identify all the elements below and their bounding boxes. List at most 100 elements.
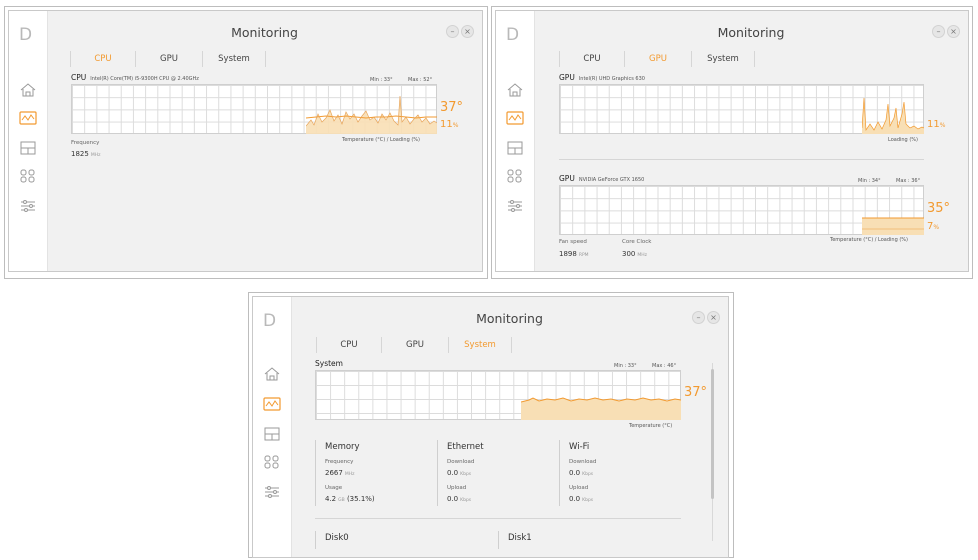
close-button[interactable]: × [947, 25, 960, 38]
gpu1-chart-caption: Loading (%) [888, 137, 918, 143]
settings-sliders-icon[interactable] [506, 199, 524, 213]
fan-speed-value: 1898 RPM [559, 250, 589, 258]
cpu-temp-value: 37° [440, 100, 464, 115]
wifi-title: Wi-Fi [569, 442, 590, 452]
tab-gpu[interactable]: GPU [625, 51, 692, 67]
memory-usage-value: 4.2 GB (35.1%) [325, 495, 375, 503]
monitoring-icon[interactable] [263, 397, 281, 411]
logo-d-icon: D [263, 311, 277, 331]
memory-frequency-value: 2667 MHz [325, 469, 355, 477]
tab-bar: CPU GPU System [559, 51, 755, 69]
system-label: System [315, 359, 343, 368]
home-icon[interactable] [506, 83, 524, 97]
close-button[interactable]: × [707, 311, 720, 324]
sidebar: D [9, 11, 48, 271]
apps-icon[interactable] [19, 169, 37, 183]
tab-system[interactable]: System [692, 51, 755, 67]
system-temp-fill [521, 398, 681, 420]
settings-sliders-icon[interactable] [263, 485, 281, 499]
home-icon[interactable] [19, 83, 37, 97]
memory-title: Memory [325, 442, 360, 452]
cpu-load-value: 11% [440, 119, 459, 130]
cpu-chart-traces [306, 95, 437, 134]
fan-speed-label: Fan speed [559, 239, 587, 245]
gpu2-temp-fill [862, 218, 924, 235]
gpu2-temp-value: 35° [927, 201, 951, 216]
layout-icon[interactable] [506, 141, 524, 155]
tab-system[interactable]: System [449, 337, 512, 353]
tab-cpu[interactable]: CPU [70, 51, 136, 67]
disk1-divider [498, 531, 499, 549]
wifi-download-label: Download [569, 459, 597, 465]
gpu2-chart-caption: Temperature (°C) / Loading (%) [830, 237, 908, 243]
tab-cpu[interactable]: CPU [559, 51, 625, 67]
tab-gpu[interactable]: GPU [136, 51, 203, 67]
layout-icon[interactable] [19, 141, 37, 155]
system-max-temp: Max : 46° [652, 363, 677, 369]
tab-system[interactable]: System [203, 51, 266, 67]
sidebar: D [253, 297, 292, 557]
disk0-title: Disk0 [325, 533, 349, 543]
logo-d-icon: D [506, 25, 520, 45]
gpu2-model: NVIDIA GeForce GTX 1650 [578, 177, 645, 183]
ethernet-download-label: Download [447, 459, 475, 465]
tab-gpu[interactable]: GPU [382, 337, 449, 353]
monitoring-icon[interactable] [19, 111, 37, 125]
core-clock-label: Core Clock [622, 239, 652, 245]
gpu2-chart-traces [862, 217, 924, 235]
layout-icon[interactable] [263, 427, 281, 441]
system-min-temp: Min : 33° [614, 363, 637, 369]
wifi-upload-value: 0.0 Kbps [569, 495, 594, 503]
ethernet-download-value: 0.0 Kbps [447, 469, 472, 477]
sidebar: D [496, 11, 535, 271]
tab-cpu[interactable]: CPU [316, 337, 382, 353]
gpu1-load-value: 11% [927, 119, 946, 130]
minimize-button[interactable]: – [446, 25, 459, 38]
wifi-divider [559, 440, 560, 506]
logo-d-icon: D [19, 25, 33, 45]
window-title: Monitoring [717, 25, 785, 40]
close-button[interactable]: × [461, 25, 474, 38]
apps-icon[interactable] [263, 455, 281, 469]
cpu-max-temp: Max : 52° [408, 77, 433, 83]
cpu-header: CPU Intel(R) Core(TM) i5-9300H CPU @ 2.40… [71, 73, 199, 82]
home-icon[interactable] [263, 367, 281, 381]
disk1-title: Disk1 [508, 533, 532, 543]
ethernet-title: Ethernet [447, 442, 484, 452]
memory-usage-label: Usage [325, 485, 343, 491]
core-clock-value: 300 MHz [622, 250, 648, 258]
minimize-button[interactable]: – [692, 311, 705, 324]
wifi-upload-label: Upload [569, 485, 589, 491]
system-chart-traces [521, 397, 681, 420]
cpu-min-temp: Min : 33° [370, 77, 393, 83]
cpu-load-fill [306, 96, 437, 134]
ethernet-upload-value: 0.0 Kbps [447, 495, 472, 503]
wifi-download-value: 0.0 Kbps [569, 469, 594, 477]
gpu2-header: GPU NVIDIA GeForce GTX 1650 [559, 174, 644, 183]
cpu-model: Intel(R) Core(TM) i5-9300H CPU @ 2.40GHz [90, 76, 199, 82]
memory-divider [315, 440, 316, 506]
tab-bar: CPU GPU System [316, 337, 512, 355]
gpu2-label: GPU [559, 174, 575, 183]
gpu1-label: GPU [559, 73, 575, 82]
system-temp-value: 37° [684, 385, 708, 400]
settings-sliders-icon[interactable] [19, 199, 37, 213]
window-title: Monitoring [231, 25, 298, 40]
apps-icon[interactable] [506, 169, 524, 183]
gpu1-model: Intel(R) UHD Graphics 630 [578, 76, 645, 82]
gpu2-max-temp: Max : 36° [896, 178, 921, 184]
disk0-divider [315, 531, 316, 549]
system-chart-caption: Temperature (°C) [629, 423, 673, 429]
tab-bar: CPU GPU System [70, 51, 266, 69]
cpu-chart-caption: Temperature (°C) / Loading (%) [342, 137, 420, 143]
scrollbar-thumb[interactable] [711, 369, 714, 499]
minimize-button[interactable]: – [932, 25, 945, 38]
gpu-divider [559, 159, 924, 160]
monitoring-icon[interactable] [506, 111, 524, 125]
gpu1-load-fill [862, 98, 924, 134]
monitoring-window-system: D Monitoring – × CPU GPU System System M… [252, 296, 729, 558]
gpu2-load-value: 7% [927, 221, 940, 232]
ethernet-upload-label: Upload [447, 485, 467, 491]
gpu1-chart-traces [862, 97, 924, 134]
gpu2-min-temp: Min : 34° [858, 178, 881, 184]
